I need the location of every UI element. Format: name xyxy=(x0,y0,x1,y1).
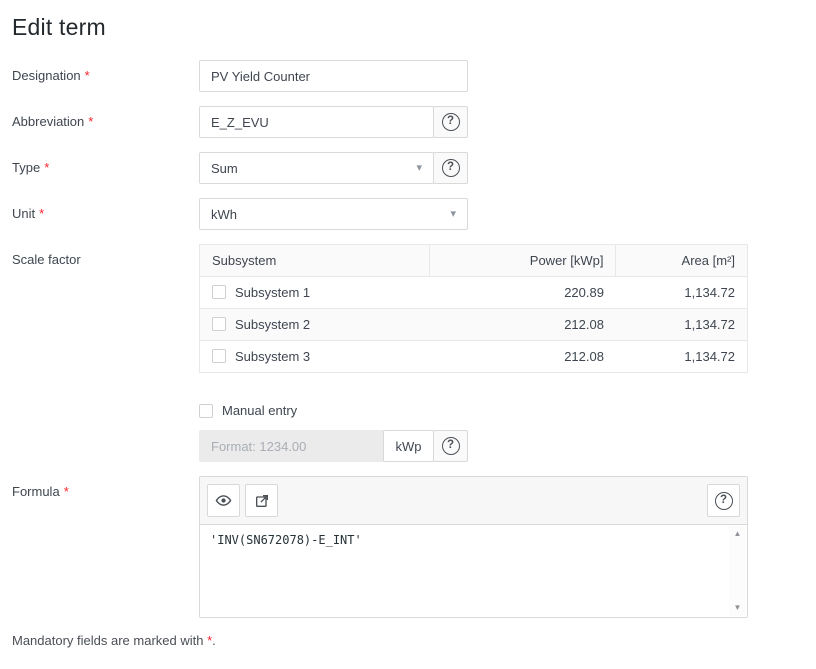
preview-button[interactable] xyxy=(207,484,240,517)
subsystem-area: 1,134.72 xyxy=(616,341,748,373)
column-header-power: Power [kWp] xyxy=(430,245,616,277)
help-icon: ? xyxy=(442,159,460,177)
type-label: Type* xyxy=(12,152,199,175)
manual-value-row: kWp ? xyxy=(12,430,804,462)
manual-entry-label: Manual entry xyxy=(222,403,297,418)
abbreviation-label: Abbreviation* xyxy=(12,106,199,129)
formula-row: Formula* xyxy=(12,476,804,618)
table-header-row: Subsystem Power [kWp] Area [m²] xyxy=(200,245,748,277)
type-row: Type* Sum ▾ ? xyxy=(12,152,804,184)
vertical-scrollbar[interactable]: ▲ ▼ xyxy=(729,526,746,616)
external-link-icon xyxy=(254,493,270,509)
formula-help-button[interactable]: ? xyxy=(707,484,740,517)
scale-factor-row: Scale factor Subsystem Power [kWp] Area … xyxy=(12,244,804,373)
required-asterisk: * xyxy=(44,160,49,175)
manual-entry-row: Manual entry xyxy=(12,395,804,418)
mandatory-fields-note: Mandatory fields are marked with *. xyxy=(12,632,804,648)
help-icon: ? xyxy=(442,437,460,455)
column-header-subsystem: Subsystem xyxy=(200,245,430,277)
required-asterisk: * xyxy=(85,68,90,83)
unit-select-value: kWh xyxy=(211,207,237,222)
open-external-button[interactable] xyxy=(245,484,278,517)
subsystem-name: Subsystem 1 xyxy=(235,285,310,300)
type-select[interactable]: Sum ▾ xyxy=(199,152,434,184)
designation-input[interactable] xyxy=(199,60,468,92)
column-header-area: Area [m²] xyxy=(616,245,748,277)
manual-entry-toggle[interactable]: Manual entry xyxy=(199,395,468,418)
help-icon: ? xyxy=(715,492,733,510)
subsystem-table: Subsystem Power [kWp] Area [m²] Subsyste… xyxy=(199,244,748,373)
subsystem-name: Subsystem 3 xyxy=(235,349,310,364)
chevron-down-icon: ▾ xyxy=(450,209,456,220)
required-asterisk: * xyxy=(88,114,93,129)
required-asterisk: * xyxy=(39,206,44,221)
designation-row: Designation* xyxy=(12,60,804,92)
chevron-down-icon: ▾ xyxy=(416,163,422,174)
eye-icon xyxy=(215,492,232,509)
subsystem-2-checkbox[interactable] xyxy=(212,317,226,331)
table-row: Subsystem 2 212.08 1,134.72 xyxy=(200,309,748,341)
table-row: Subsystem 3 212.08 1,134.72 xyxy=(200,341,748,373)
subsystem-power: 212.08 xyxy=(430,309,616,341)
edit-term-form: Edit term Designation* Abbreviation* ? T… xyxy=(0,0,816,648)
subsystem-area: 1,134.72 xyxy=(616,309,748,341)
abbreviation-row: Abbreviation* ? xyxy=(12,106,804,138)
unit-select[interactable]: kWh ▾ xyxy=(199,198,468,230)
abbreviation-help-button[interactable]: ? xyxy=(433,106,468,138)
scroll-up-arrow-icon[interactable]: ▲ xyxy=(734,530,742,538)
formula-label: Formula* xyxy=(12,476,199,499)
table-row: Subsystem 1 220.89 1,134.72 xyxy=(200,277,748,309)
abbreviation-input[interactable] xyxy=(199,106,434,138)
scale-factor-label: Scale factor xyxy=(12,244,199,267)
help-icon: ? xyxy=(442,113,460,131)
type-help-button[interactable]: ? xyxy=(433,152,468,184)
page-title: Edit term xyxy=(12,14,804,41)
subsystem-power: 220.89 xyxy=(430,277,616,309)
formula-editor-box: ? 'INV(SN672078)-E_INT' ▲ ▼ xyxy=(199,476,748,618)
subsystem-area: 1,134.72 xyxy=(616,277,748,309)
formula-editor: 'INV(SN672078)-E_INT' ▲ ▼ xyxy=(200,525,747,617)
scroll-down-arrow-icon[interactable]: ▼ xyxy=(734,604,742,612)
formula-toolbar: ? xyxy=(200,477,747,525)
manual-entry-checkbox[interactable] xyxy=(199,404,213,418)
subsystem-name: Subsystem 2 xyxy=(235,317,310,332)
type-select-value: Sum xyxy=(211,161,238,176)
required-asterisk: * xyxy=(64,484,69,499)
unit-addon-label: kWp xyxy=(383,430,434,462)
subsystem-1-checkbox[interactable] xyxy=(212,285,226,299)
manual-value-help-button[interactable]: ? xyxy=(433,430,468,462)
manual-value-input xyxy=(199,430,384,462)
formula-input[interactable]: 'INV(SN672078)-E_INT' xyxy=(200,525,747,617)
unit-label: Unit* xyxy=(12,198,199,221)
subsystem-3-checkbox[interactable] xyxy=(212,349,226,363)
unit-row: Unit* kWh ▾ xyxy=(12,198,804,230)
designation-label: Designation* xyxy=(12,60,199,83)
subsystem-power: 212.08 xyxy=(430,341,616,373)
